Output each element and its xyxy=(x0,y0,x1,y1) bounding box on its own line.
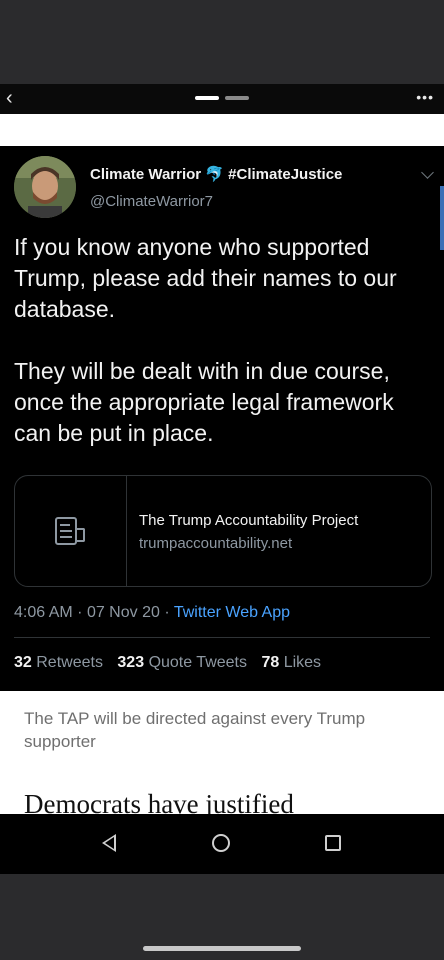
more-options-icon[interactable]: ••• xyxy=(416,89,434,105)
quote-label: Quote Tweets xyxy=(148,654,247,671)
image-viewer-bar: ‹ ••• xyxy=(0,84,444,114)
article-preview: The TAP will be directed against every T… xyxy=(0,691,444,814)
bottom-area xyxy=(0,874,444,960)
tweet-stats: 32 Retweets 323 Quote Tweets 78 Likes xyxy=(14,654,331,672)
divider xyxy=(14,637,430,638)
tweet-source[interactable]: Twitter Web App xyxy=(174,604,290,621)
page-dot-active[interactable] xyxy=(195,96,219,100)
back-triangle-icon[interactable] xyxy=(102,834,116,852)
display-name-line[interactable]: Climate Warrior 🐬 #ClimateJustice xyxy=(90,165,342,183)
document-fold-icon xyxy=(77,528,85,542)
home-indicator[interactable] xyxy=(143,946,301,951)
page-indicator xyxy=(195,96,255,102)
scrollbar-thumb[interactable] xyxy=(440,186,444,250)
tweet-paragraph: They will be dealt with in due course, o… xyxy=(14,358,394,446)
link-title: The Trump Accountability Project xyxy=(139,512,359,529)
quote-count: 323 xyxy=(117,654,145,671)
system-nav-bar xyxy=(0,814,444,874)
separator: · xyxy=(77,604,83,621)
link-url: trumpaccountability.net xyxy=(139,535,293,552)
tweet-body: If you know anyone who supported Trump, … xyxy=(14,232,434,449)
dolphin-emoji-icon: 🐬 xyxy=(205,166,224,183)
chevron-down-icon[interactable] xyxy=(421,166,434,179)
avatar[interactable] xyxy=(14,156,76,218)
tweet-date[interactable]: 07 Nov 20 xyxy=(87,604,160,621)
image-margin-top xyxy=(0,114,444,146)
retweets-stat[interactable]: 32 Retweets xyxy=(14,654,103,671)
page-dot-inactive[interactable] xyxy=(225,96,249,100)
name-hashtag: #ClimateJustice xyxy=(228,166,343,183)
likes-label: Likes xyxy=(283,654,322,671)
separator: · xyxy=(164,604,170,621)
status-area xyxy=(0,0,444,84)
link-thumbnail xyxy=(15,476,127,586)
likes-stat[interactable]: 78 Likes xyxy=(261,654,321,671)
tweet-paragraph: If you know anyone who supported Trump, … xyxy=(14,234,397,322)
quote-tweets-stat[interactable]: 323 Quote Tweets xyxy=(117,654,247,671)
article-subtitle: The TAP will be directed against every T… xyxy=(24,709,366,751)
tweet-time[interactable]: 4:06 AM xyxy=(14,604,73,621)
retweets-count: 32 xyxy=(14,654,32,671)
tweet-metadata: 4:06 AM · 07 Nov 20 · Twitter Web App xyxy=(14,604,290,622)
recent-square-icon[interactable] xyxy=(325,835,341,851)
document-icon xyxy=(55,517,77,545)
retweets-label: Retweets xyxy=(36,654,103,671)
display-name[interactable]: Climate Warrior xyxy=(90,166,201,183)
likes-count: 78 xyxy=(261,654,280,671)
back-arrow-icon[interactable]: ‹ xyxy=(6,88,26,110)
link-preview-card[interactable]: The Trump Accountability Project trumpac… xyxy=(14,475,432,587)
user-handle[interactable]: @ClimateWarrior7 xyxy=(90,193,213,210)
tweet-card: Climate Warrior 🐬 #ClimateJustice @Clima… xyxy=(0,146,444,691)
avatar-photo xyxy=(14,156,76,218)
home-circle-icon[interactable] xyxy=(212,834,230,852)
article-headline: Democrats have justified xyxy=(24,789,294,814)
